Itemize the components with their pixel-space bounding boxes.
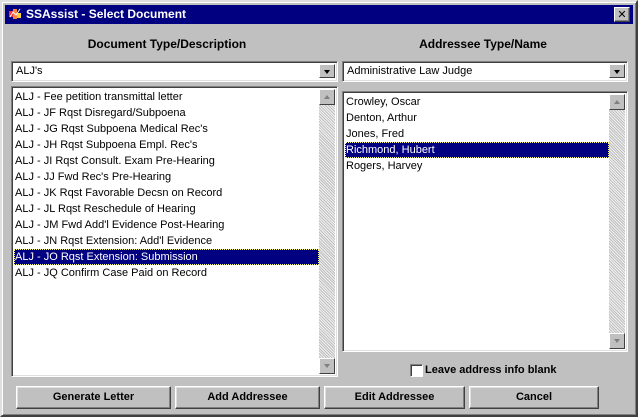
list-item[interactable]: ALJ - JI Rqst Consult. Exam Pre-Hearing	[14, 153, 319, 169]
list-item[interactable]: ALJ - JM Fwd Add'l Evidence Post-Hearing	[14, 217, 319, 233]
document-list-scrollbar[interactable]	[319, 89, 335, 374]
list-item[interactable]: ALJ - JO Rqst Extension: Submission	[14, 249, 319, 265]
list-item[interactable]: ALJ - JG Rqst Subpoena Medical Rec's	[14, 121, 319, 137]
list-item[interactable]: Richmond, Hubert	[345, 142, 609, 158]
addressee-type-heading: Addressee Type/Name	[419, 37, 547, 51]
document-type-combo[interactable]: ALJ's	[11, 61, 338, 82]
chevron-up-icon	[614, 100, 620, 104]
addressee-type-combo-value: Administrative Law Judge	[347, 65, 473, 77]
chevron-down-icon	[614, 339, 620, 343]
list-item[interactable]: ALJ - JJ Fwd Rec's Pre-Hearing	[14, 169, 319, 185]
leave-address-blank-label[interactable]: Leave address info blank	[425, 364, 556, 376]
chevron-down-icon	[324, 70, 330, 74]
list-item[interactable]: ALJ - Fee petition transmittal letter	[14, 89, 319, 105]
document-type-dropdown-button[interactable]	[319, 64, 335, 78]
list-item[interactable]: ALJ - JH Rqst Subpoena Empl. Rec's	[14, 137, 319, 153]
scroll-down-button[interactable]	[319, 358, 335, 374]
document-list-items: ALJ - Fee petition transmittal letter ALJ…	[14, 89, 319, 281]
select-document-dialog: SSAssist - Select Document ✕ Document Ty…	[0, 0, 638, 417]
chevron-up-icon	[324, 95, 330, 99]
window-title: SSAssist - Select Document	[26, 7, 187, 21]
list-item[interactable]: Crowley, Oscar	[345, 94, 609, 110]
document-type-heading: Document Type/Description	[87, 37, 247, 51]
list-item[interactable]: ALJ - JK Rqst Favorable Decsn on Record	[14, 185, 319, 201]
list-item[interactable]: Rogers, Harvey	[345, 158, 609, 174]
scroll-up-button[interactable]	[609, 94, 625, 110]
document-list[interactable]: ALJ - Fee petition transmittal letter ALJ…	[11, 86, 338, 377]
app-icon	[9, 8, 21, 19]
document-type-combo-value: ALJ's	[16, 65, 43, 77]
close-icon: ✕	[617, 8, 627, 21]
generate-letter-button[interactable]: Generate Letter	[16, 386, 171, 409]
scroll-down-button[interactable]	[609, 333, 625, 349]
list-item[interactable]: Denton, Arthur	[345, 110, 609, 126]
scroll-up-button[interactable]	[319, 89, 335, 105]
close-button[interactable]: ✕	[614, 7, 630, 22]
chevron-down-icon	[324, 364, 330, 368]
list-item[interactable]: Jones, Fred	[345, 126, 609, 142]
list-item[interactable]: ALJ - JN Rqst Extension: Add'l Evidence	[14, 233, 319, 249]
addressee-type-dropdown-button[interactable]	[609, 64, 625, 78]
addressee-list-scrollbar[interactable]	[609, 94, 625, 349]
chevron-down-icon	[614, 70, 620, 74]
cancel-button[interactable]: Cancel	[469, 386, 599, 409]
list-item[interactable]: ALJ - JL Rqst Reschedule of Hearing	[14, 201, 319, 217]
list-item[interactable]: ALJ - JF Rqst Disregard/Subpoena	[14, 105, 319, 121]
addressee-list-items: Crowley, Oscar Denton, Arthur Jones, Fred R…	[345, 94, 609, 174]
addressee-type-combo[interactable]: Administrative Law Judge	[342, 61, 628, 82]
add-addressee-button[interactable]: Add Addressee	[175, 386, 320, 409]
list-item[interactable]: ALJ - JQ Confirm Case Paid on Record	[14, 265, 319, 281]
title-bar[interactable]: SSAssist - Select Document ✕	[5, 5, 633, 24]
addressee-list[interactable]: Crowley, Oscar Denton, Arthur Jones, Fred R…	[342, 91, 628, 352]
edit-addressee-button[interactable]: Edit Addressee	[324, 386, 465, 409]
leave-address-blank-checkbox[interactable]	[410, 364, 423, 377]
